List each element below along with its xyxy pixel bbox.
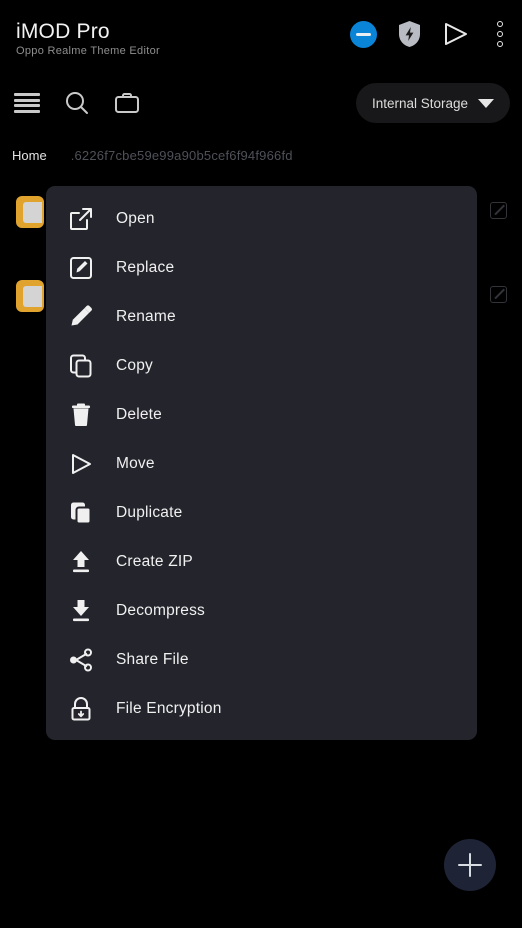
- menu-item-label: Duplicate: [116, 503, 183, 521]
- breadcrumb-path[interactable]: .6226f7cbe59e99a90b5cef6f94f966fd: [71, 148, 293, 163]
- storage-selector[interactable]: Internal Storage: [355, 83, 510, 123]
- breadcrumb: Home .6226f7cbe59e99a90b5cef6f94f966fd: [0, 142, 522, 168]
- menu-item-file-encryption[interactable]: File Encryption: [46, 684, 477, 733]
- menu-item-move[interactable]: Move: [46, 439, 477, 488]
- briefcase-icon[interactable]: [114, 91, 140, 115]
- download-arrow-icon: [68, 598, 94, 624]
- menu-item-delete[interactable]: Delete: [46, 390, 477, 439]
- trash-icon: [68, 402, 94, 428]
- menu-item-decompress[interactable]: Decompress: [46, 586, 477, 635]
- menu-item-label: Move: [116, 454, 155, 472]
- list-menu-icon[interactable]: [14, 93, 40, 113]
- open-external-icon: [68, 206, 94, 232]
- upload-arrow-icon: [68, 549, 94, 575]
- storage-selector-label: Internal Storage: [371, 95, 468, 111]
- folder-icon: [16, 196, 44, 228]
- add-button[interactable]: [444, 839, 496, 891]
- edit-icon[interactable]: [490, 202, 507, 219]
- menu-item-label: Create ZIP: [116, 552, 193, 570]
- page-title: iMOD Pro: [16, 20, 110, 43]
- menu-item-label: Copy: [116, 356, 153, 374]
- copy-icon: [68, 353, 94, 379]
- edit-icon[interactable]: [490, 286, 507, 303]
- menu-item-share-file[interactable]: Share File: [46, 635, 477, 684]
- menu-item-replace[interactable]: Replace: [46, 243, 477, 292]
- pencil-icon: [68, 304, 94, 330]
- menu-item-label: Delete: [116, 405, 163, 423]
- folder-icon: [16, 280, 44, 312]
- toolbar: Internal Storage: [0, 80, 522, 126]
- duplicate-icon: [68, 500, 94, 526]
- page-subtitle: Oppo Realme Theme Editor: [16, 45, 160, 57]
- menu-item-label: Share File: [116, 650, 189, 668]
- breadcrumb-home[interactable]: Home: [12, 148, 47, 163]
- toolbar-icons: [14, 80, 140, 126]
- menu-item-duplicate[interactable]: Duplicate: [46, 488, 477, 537]
- header-actions: [350, 18, 510, 50]
- chevron-down-icon: [478, 98, 494, 108]
- lock-icon: [68, 696, 94, 722]
- search-icon[interactable]: [64, 90, 90, 116]
- menu-item-label: File Encryption: [116, 699, 222, 717]
- menu-item-label: Replace: [116, 258, 175, 276]
- menu-item-copy[interactable]: Copy: [46, 341, 477, 390]
- share-nodes-icon: [68, 647, 94, 673]
- menu-item-rename[interactable]: Rename: [46, 292, 477, 341]
- minus-circle-icon[interactable]: [350, 20, 377, 48]
- app-root: iMOD Pro Oppo Realme Theme Editor Intern…: [0, 0, 522, 928]
- context-menu: Open Replace Rename Copy Delete Move Dup…: [46, 186, 477, 740]
- replace-icon: [68, 255, 94, 281]
- app-header: iMOD Pro Oppo Realme Theme Editor: [0, 0, 522, 72]
- move-play-icon: [68, 451, 94, 477]
- overflow-menu-icon[interactable]: [490, 20, 510, 48]
- shield-bolt-icon[interactable]: [397, 20, 422, 48]
- menu-item-label: Open: [116, 209, 155, 227]
- menu-item-label: Decompress: [116, 601, 205, 619]
- play-icon[interactable]: [442, 21, 470, 47]
- menu-item-create-zip[interactable]: Create ZIP: [46, 537, 477, 586]
- menu-item-open[interactable]: Open: [46, 194, 477, 243]
- menu-item-label: Rename: [116, 307, 176, 325]
